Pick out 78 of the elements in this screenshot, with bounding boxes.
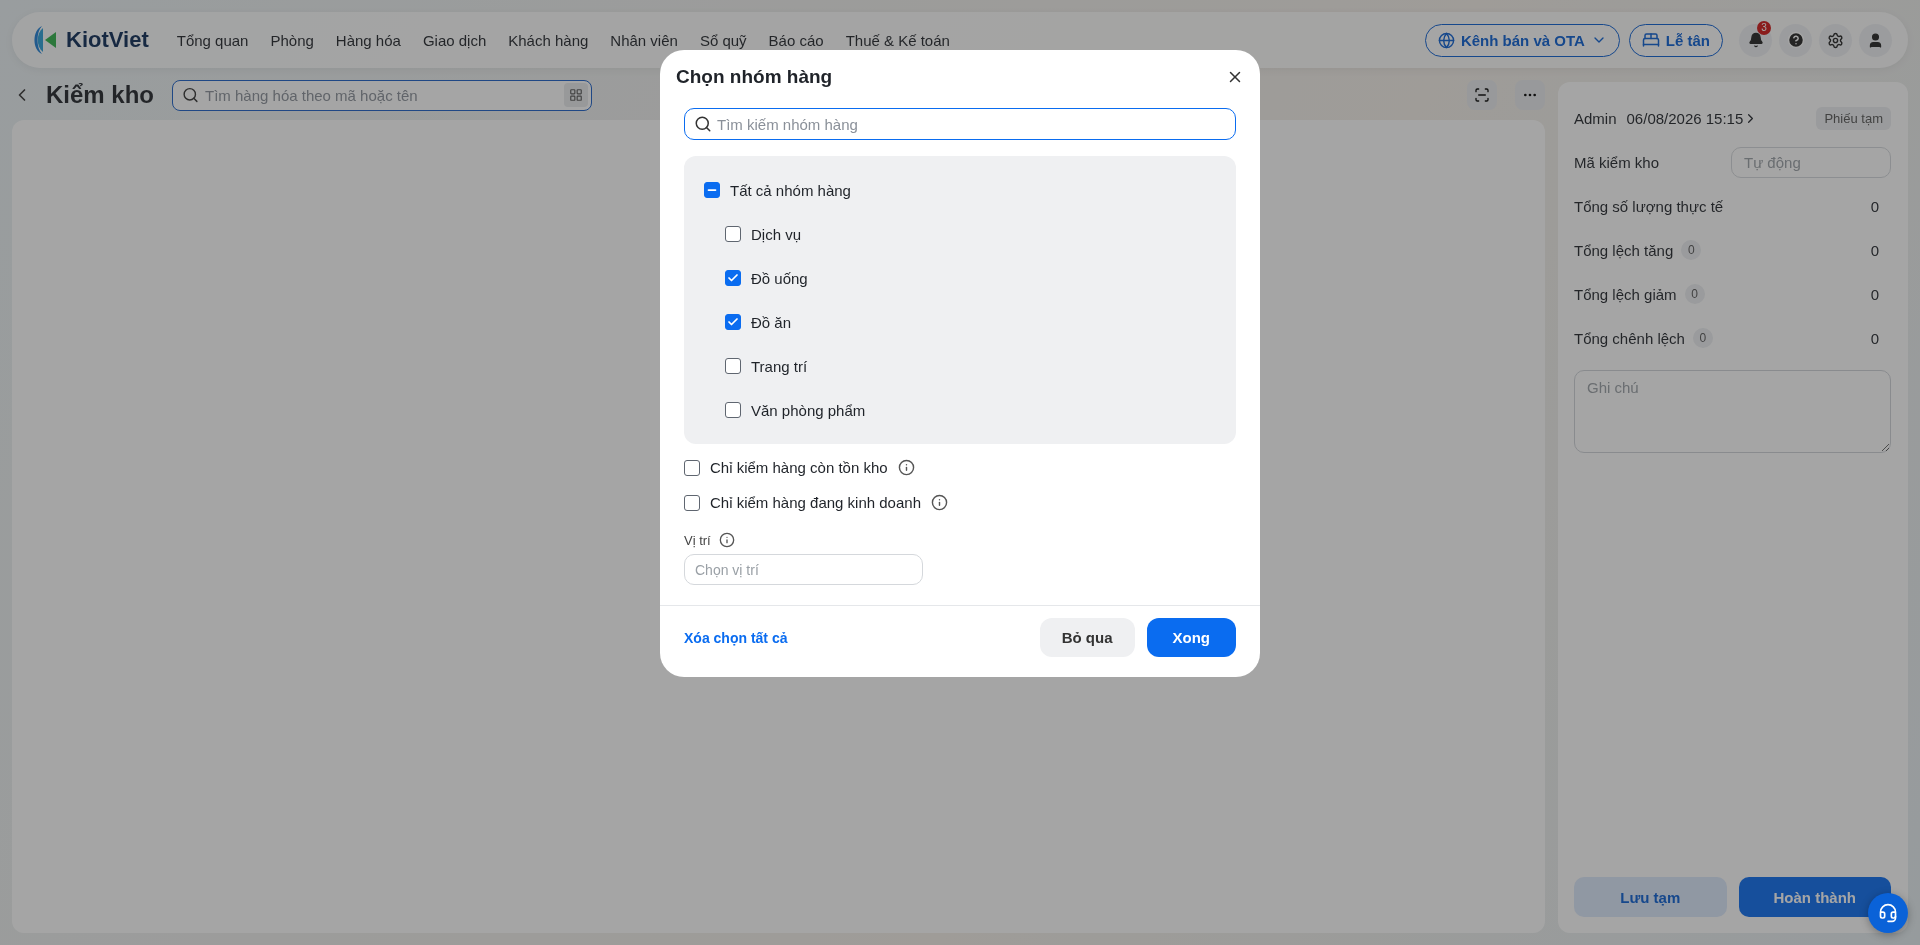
summary-label: Tổng lệch tăng [1574, 241, 1674, 259]
summary-value: 0 [1870, 285, 1879, 303]
reception-button[interactable]: Lễ tân [1628, 23, 1723, 57]
user-name: Admin [1574, 109, 1617, 127]
group-search-field[interactable]: Tìm kiếm nhóm hàng [684, 108, 1236, 140]
checkbox-label: Trang trí [751, 357, 808, 375]
checkbox-label: Dịch vụ [751, 225, 802, 243]
checkbox-label: Chỉ kiểm hàng còn tồn kho [710, 459, 888, 476]
complete-button[interactable]: Hoàn thành [1738, 877, 1891, 917]
summary-label: Tổng lệch giảm [1574, 285, 1677, 303]
code-input-field[interactable]: Tự động [1731, 146, 1891, 178]
checkbox[interactable] [725, 226, 741, 242]
grid-icon [569, 88, 584, 102]
globe-icon [1437, 31, 1455, 49]
info-icon[interactable] [718, 532, 735, 548]
help-button[interactable] [1779, 23, 1812, 57]
clear-all-link[interactable]: Xóa chọn tất cả [684, 629, 788, 646]
summary-value: 0 [1870, 197, 1879, 215]
info-icon[interactable] [897, 459, 915, 476]
channel-button[interactable]: Kênh bán và OTA [1424, 23, 1620, 57]
field-label: Vị trí [684, 532, 711, 548]
check-icon [727, 316, 739, 328]
logo-text: KiotViet [66, 27, 149, 53]
checkbox[interactable] [684, 494, 700, 511]
checkbox[interactable] [684, 459, 700, 476]
bed-icon [1641, 31, 1660, 49]
nav-item[interactable]: Báo cáo [768, 31, 824, 49]
checkbox-label: Tất cả nhóm hàng [730, 181, 851, 199]
date-time[interactable]: 06/08/2026 15:15 [1626, 109, 1744, 127]
user-icon [1867, 31, 1884, 49]
nav-item[interactable]: Tổng quan [176, 31, 249, 49]
checkbox[interactable] [725, 358, 741, 374]
product-search-field[interactable]: Tìm hàng hóa theo mã hoặc tên [172, 79, 593, 111]
checkbox-label: Chỉ kiểm hàng đang kinh doanh [710, 494, 921, 511]
count-chip: 0 [1684, 284, 1705, 304]
summary-value: 0 [1870, 241, 1879, 259]
dialog-title: Chọn nhóm hàng [676, 66, 833, 88]
checkbox[interactable] [725, 270, 741, 286]
bell-icon [1747, 32, 1764, 48]
settings-button[interactable] [1819, 23, 1852, 57]
field-label: Mã kiểm kho [1574, 153, 1660, 171]
status-tag: Phiếu tạm [1816, 106, 1891, 130]
nav-item[interactable]: Hàng hóa [335, 31, 401, 49]
skip-button[interactable]: Bỏ qua [1039, 618, 1135, 657]
checkbox-label: Đồ ăn [751, 313, 792, 331]
count-chip: 0 [1681, 240, 1702, 260]
checkbox[interactable] [725, 402, 741, 418]
check-icon [727, 272, 739, 284]
info-icon[interactable] [931, 494, 948, 511]
nav-item[interactable]: Sổ quỹ [699, 31, 747, 49]
checkbox[interactable] [704, 182, 720, 198]
summary-label: Tổng số lượng thực tế [1574, 197, 1724, 215]
notification-button[interactable]: 3 [1739, 23, 1772, 57]
settings-icon [1827, 31, 1844, 49]
location-field[interactable]: Chọn vị trí [684, 554, 923, 585]
nav-item[interactable]: Phòng [270, 31, 314, 49]
nav-item[interactable]: Thuế & Kế toán [845, 31, 950, 49]
scan-icon [1474, 87, 1490, 103]
account-button[interactable] [1859, 23, 1892, 57]
count-chip: 0 [1692, 328, 1713, 348]
search-icon [182, 86, 200, 104]
nav-item[interactable]: Khách hàng [508, 31, 589, 49]
search-icon [694, 115, 712, 133]
page-title: Kiểm kho [46, 81, 155, 109]
nav-item[interactable]: Giao dịch [422, 31, 487, 49]
scan-button[interactable] [1467, 80, 1497, 110]
summary-label: Tổng chênh lệch [1574, 329, 1685, 347]
checkbox-label: Đồ uống [751, 269, 808, 287]
grid-button[interactable] [564, 83, 589, 107]
notification-badge: 3 [1757, 20, 1771, 35]
nav-item[interactable]: Nhân viên [610, 31, 678, 49]
done-button[interactable]: Xong [1146, 618, 1236, 657]
headset-icon [1878, 903, 1898, 923]
note-field[interactable]: Ghi chú [1574, 370, 1891, 453]
help-icon [1786, 31, 1805, 49]
summary-value: 0 [1870, 329, 1879, 347]
checkbox-label: Văn phòng phẩm [751, 401, 866, 419]
checkbox[interactable] [725, 314, 741, 330]
